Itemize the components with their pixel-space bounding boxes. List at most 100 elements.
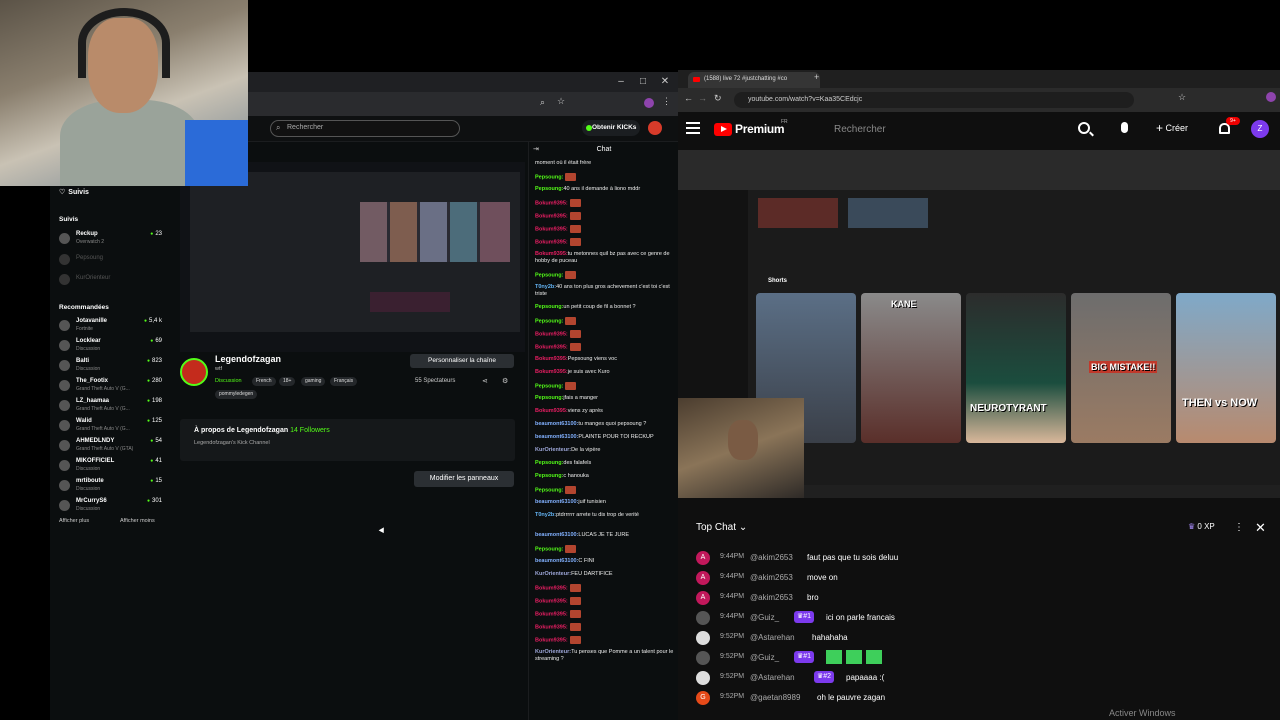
- chat-username[interactable]: Pepsoung:: [535, 174, 563, 180]
- chat-avatar[interactable]: [696, 631, 710, 645]
- sidebar-channel-item[interactable]: AHMEDLNDY Grand Theft Auto V (GTA) 54: [50, 438, 162, 458]
- sidebar-channel-item[interactable]: mrtiboute Discussion 15: [50, 478, 162, 498]
- youtube-logo-text[interactable]: Premium: [735, 122, 785, 136]
- close-button[interactable]: ✕: [654, 75, 676, 89]
- tag-18plus[interactable]: 18+: [279, 377, 296, 386]
- bookmark-star-icon[interactable]: ☆: [557, 96, 565, 107]
- sidebar-channel-item[interactable]: MIKOFFICIEL Discussion 41: [50, 458, 162, 478]
- hamburger-menu-icon[interactable]: [686, 122, 700, 134]
- chat-username[interactable]: Pepsoung:: [535, 473, 563, 479]
- chat-username[interactable]: Bokum9395:: [535, 213, 568, 219]
- settings-icon[interactable]: ⚙: [502, 377, 508, 385]
- chat-username[interactable]: KurOrienteur:: [535, 649, 571, 655]
- more-options-icon[interactable]: ⋮: [1234, 522, 1244, 533]
- chat-author[interactable]: @gaetan8989: [750, 693, 800, 702]
- sidebar-channel-item[interactable]: Locklear Discussion 69: [50, 338, 162, 358]
- show-more-link[interactable]: Afficher plus: [59, 518, 89, 524]
- sidebar-channel-item[interactable]: The_Footix Grand Theft Auto V (G... 280: [50, 378, 162, 398]
- create-button[interactable]: + Créer: [1156, 121, 1206, 139]
- search-icon[interactable]: [1078, 122, 1090, 134]
- youtube-video-player[interactable]: Shorts KANE NEUROTYRANT BIG MISTAKE!! TH…: [678, 150, 1280, 498]
- chat-avatar[interactable]: [696, 611, 710, 625]
- sidebar-channel-item[interactable]: MrCurryS6 Discussion 301: [50, 498, 162, 518]
- chat-username[interactable]: Bokum9395:: [535, 624, 568, 630]
- forward-icon[interactable]: →: [698, 93, 707, 103]
- chat-username[interactable]: Pepsoung:: [535, 318, 563, 324]
- tag-gaming[interactable]: gaming: [301, 377, 326, 386]
- chat-username[interactable]: beaumont63100:: [535, 499, 578, 505]
- show-less-link[interactable]: Afficher moins: [120, 518, 155, 524]
- chat-author[interactable]: @akim2653: [750, 553, 793, 562]
- chat-username[interactable]: beaumont63100:: [535, 421, 578, 427]
- channel-avatar-large[interactable]: [180, 358, 208, 386]
- chat-username[interactable]: Bokum9395:: [535, 585, 568, 591]
- xp-badge[interactable]: ♛ 0 XP: [1188, 522, 1215, 531]
- chat-username[interactable]: T0ny2b:: [535, 284, 556, 290]
- chat-username[interactable]: T0ny2b:: [535, 512, 556, 518]
- chat-author[interactable]: @akim2653: [750, 573, 793, 582]
- close-chat-icon[interactable]: ✕: [1255, 520, 1266, 536]
- chat-username[interactable]: Bokum9395:: [535, 200, 568, 206]
- stream-category[interactable]: Discussion: [215, 378, 242, 384]
- chat-username[interactable]: Bokum9395:: [535, 369, 568, 375]
- chat-avatar[interactable]: [696, 671, 710, 685]
- microphone-icon[interactable]: [1121, 122, 1128, 133]
- short-thumbnail-2[interactable]: KANE: [861, 293, 961, 443]
- chat-username[interactable]: Bokum9395:: [535, 344, 568, 350]
- channel-name[interactable]: Legendofzagan: [215, 354, 281, 364]
- sidebar-channel-pepsoung[interactable]: Pepsoung: [50, 252, 162, 272]
- share-icon[interactable]: ⋖: [482, 377, 488, 385]
- tag-pommyledegen[interactable]: pommyledegen: [215, 390, 258, 399]
- chat-username[interactable]: Pepsoung:: [535, 186, 563, 192]
- chat-author[interactable]: @Astarehan: [750, 673, 795, 682]
- sidebar-channel-reckup[interactable]: Reckup Overwatch 2 23: [50, 231, 162, 251]
- chat-avatar[interactable]: A: [696, 571, 710, 585]
- profile-avatar-icon[interactable]: [1266, 92, 1276, 102]
- chat-avatar[interactable]: A: [696, 591, 710, 605]
- chat-username[interactable]: Bokum9395:: [535, 251, 568, 257]
- chat-avatar[interactable]: A: [696, 551, 710, 565]
- top-chat-dropdown[interactable]: Top Chat ⌄: [696, 522, 747, 533]
- browser-menu-icon[interactable]: ⋮: [662, 96, 671, 107]
- user-avatar[interactable]: [648, 121, 662, 135]
- chat-username[interactable]: Bokum9395:: [535, 598, 568, 604]
- chat-username[interactable]: Pepsoung:: [535, 272, 563, 278]
- sidebar-channel-item[interactable]: Balti Discussion 823: [50, 358, 162, 378]
- bookmark-star-icon[interactable]: ☆: [1178, 92, 1186, 103]
- chat-username[interactable]: Bokum9395:: [535, 239, 568, 245]
- sidebar-channel-kurorienteur[interactable]: KurOrienteur: [50, 272, 162, 292]
- profile-avatar-icon[interactable]: [644, 98, 654, 108]
- youtube-search-input[interactable]: Rechercher: [834, 124, 886, 135]
- chat-author[interactable]: @Guiz_: [750, 653, 779, 662]
- tag-francais[interactable]: Français: [330, 377, 358, 386]
- short-thumbnail-4[interactable]: BIG MISTAKE!!: [1071, 293, 1171, 443]
- chat-username[interactable]: beaumont63100:: [535, 532, 578, 538]
- new-tab-button[interactable]: +: [814, 72, 819, 82]
- chat-username[interactable]: Pepsoung:: [535, 383, 563, 389]
- kick-video-player[interactable]: [180, 162, 525, 352]
- chat-username[interactable]: Pepsoung:: [535, 487, 563, 493]
- zoom-icon[interactable]: ⌕: [540, 97, 545, 108]
- sidebar-channel-item[interactable]: Walid Grand Theft Auto V (G... 125: [50, 418, 162, 438]
- chat-username[interactable]: KurOrienteur:: [535, 571, 571, 577]
- sidebar-channel-item[interactable]: Jotavanille Fortnite 5,4 k: [50, 318, 162, 338]
- back-icon[interactable]: ←: [684, 93, 693, 103]
- account-avatar[interactable]: Z: [1251, 120, 1269, 138]
- chat-author[interactable]: @Guiz_: [750, 613, 779, 622]
- chat-avatar[interactable]: G: [696, 691, 710, 705]
- chat-username[interactable]: beaumont63100:: [535, 434, 578, 440]
- chat-username[interactable]: Pepsoung:: [535, 304, 563, 310]
- youtube-logo-icon[interactable]: [714, 123, 732, 136]
- chat-username[interactable]: Bokum9395:: [535, 611, 568, 617]
- short-thumbnail-5[interactable]: THEN vs NOW: [1176, 293, 1276, 443]
- tag-french[interactable]: French: [252, 377, 276, 386]
- chat-username[interactable]: Pepsoung:: [535, 546, 563, 552]
- chat-avatar[interactable]: [696, 651, 710, 665]
- chat-username[interactable]: beaumont63100:: [535, 558, 578, 564]
- url-field[interactable]: youtube.com/watch?v=Kaa35CEdcjc: [734, 92, 1134, 108]
- maximize-button[interactable]: □: [632, 75, 654, 89]
- personalize-channel-button[interactable]: Personnaliser la chaîne: [410, 354, 514, 368]
- sidebar-channel-item[interactable]: LZ_haamaa Grand Theft Auto V (G... 198: [50, 398, 162, 418]
- chat-username[interactable]: Bokum9395:: [535, 356, 568, 362]
- chat-username[interactable]: Pepsoung:: [535, 460, 563, 466]
